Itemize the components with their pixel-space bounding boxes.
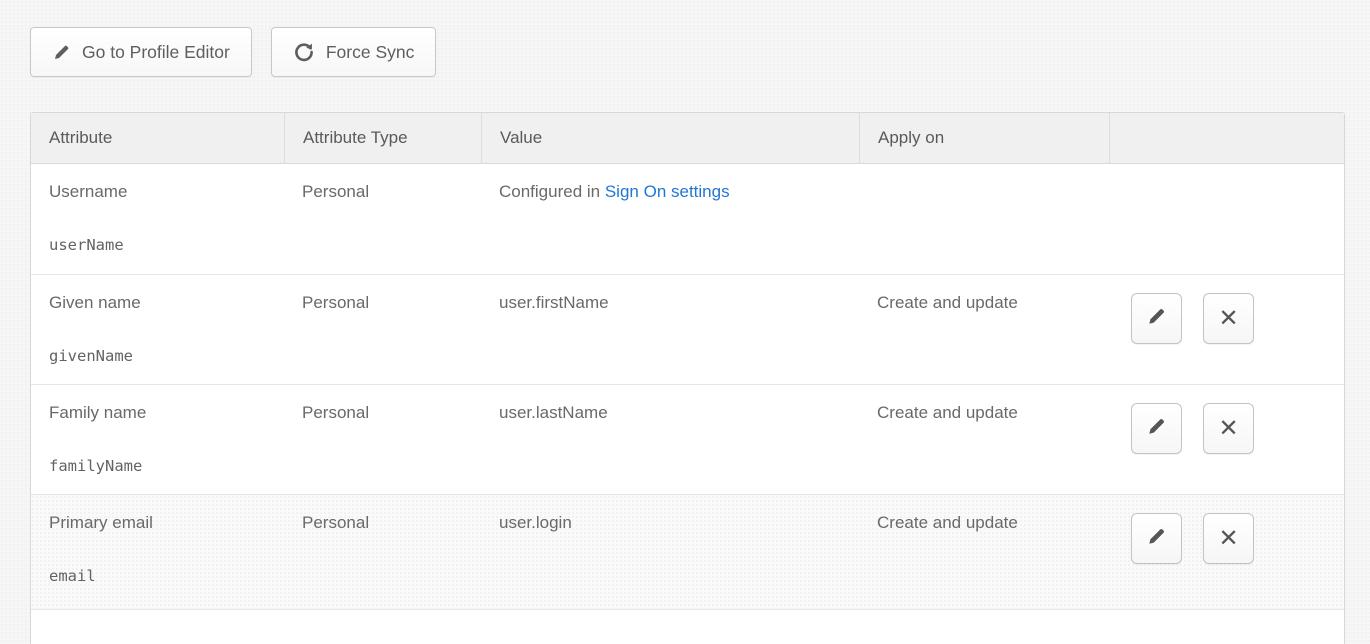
apply-on-cell <box>859 164 1109 274</box>
attribute-cell: Family name familyName <box>31 385 284 494</box>
close-icon: ✕ <box>1218 307 1238 331</box>
actions-cell <box>1109 164 1344 274</box>
actions-cell: ✕ <box>1109 385 1344 494</box>
attribute-label: Given name <box>49 293 141 312</box>
attribute-variable-name: givenName <box>49 345 272 367</box>
attribute-label: Family name <box>49 403 146 422</box>
actions-cell: ✕ <box>1109 275 1344 384</box>
value-text: Configured in <box>499 182 605 201</box>
table-row: Username userName Personal Configured in… <box>31 164 1344 274</box>
edit-attribute-button[interactable] <box>1131 513 1182 564</box>
sign-on-settings-link[interactable]: Sign On settings <box>605 182 730 201</box>
go-to-profile-editor-label: Go to Profile Editor <box>82 42 230 63</box>
table-row-partial <box>31 609 1344 644</box>
pencil-icon <box>1146 416 1167 442</box>
value-cell: user.login <box>481 495 859 609</box>
attribute-type-cell: Personal <box>284 275 481 384</box>
column-header-actions <box>1109 113 1344 163</box>
pencil-icon <box>1146 526 1167 552</box>
apply-on-cell: Create and update <box>859 495 1109 609</box>
force-sync-label: Force Sync <box>326 42 415 63</box>
attribute-type-cell: Personal <box>284 495 481 609</box>
attribute-variable-name: userName <box>49 234 272 256</box>
value-cell: Configured in Sign On settings <box>481 164 859 274</box>
column-header-attribute-type: Attribute Type <box>284 113 481 163</box>
attribute-cell: Primary email email <box>31 495 284 609</box>
table-row: Given name givenName Personal user.first… <box>31 274 1344 384</box>
attribute-cell: Given name givenName <box>31 275 284 384</box>
column-header-apply-on: Apply on <box>859 113 1109 163</box>
attribute-type-cell: Personal <box>284 385 481 494</box>
toolbar: Go to Profile Editor Force Sync <box>30 27 1370 77</box>
attribute-variable-name: familyName <box>49 455 272 477</box>
force-sync-button[interactable]: Force Sync <box>271 27 437 77</box>
pencil-icon <box>52 43 71 62</box>
column-header-attribute: Attribute <box>31 113 284 163</box>
attribute-label: Primary email <box>49 513 153 532</box>
attribute-variable-name: email <box>49 565 272 587</box>
apply-on-cell: Create and update <box>859 385 1109 494</box>
actions-cell: ✕ <box>1109 495 1344 609</box>
column-header-value: Value <box>481 113 859 163</box>
close-icon: ✕ <box>1218 417 1238 441</box>
close-icon: ✕ <box>1218 527 1238 551</box>
go-to-profile-editor-button[interactable]: Go to Profile Editor <box>30 27 252 77</box>
apply-on-cell: Create and update <box>859 275 1109 384</box>
pencil-icon <box>1146 306 1167 332</box>
edit-attribute-button[interactable] <box>1131 293 1182 344</box>
table-header-row: Attribute Attribute Type Value Apply on <box>31 113 1344 164</box>
refresh-icon <box>293 41 315 63</box>
attribute-mapping-table: Attribute Attribute Type Value Apply on … <box>30 112 1345 644</box>
attribute-cell: Username userName <box>31 164 284 274</box>
attribute-label: Username <box>49 182 127 201</box>
table-row: Primary email email Personal user.login … <box>31 494 1344 609</box>
value-cell: user.firstName <box>481 275 859 384</box>
attribute-type-cell: Personal <box>284 164 481 274</box>
value-cell: user.lastName <box>481 385 859 494</box>
delete-attribute-button[interactable]: ✕ <box>1203 403 1254 454</box>
table-row: Family name familyName Personal user.las… <box>31 384 1344 494</box>
delete-attribute-button[interactable]: ✕ <box>1203 293 1254 344</box>
delete-attribute-button[interactable]: ✕ <box>1203 513 1254 564</box>
edit-attribute-button[interactable] <box>1131 403 1182 454</box>
